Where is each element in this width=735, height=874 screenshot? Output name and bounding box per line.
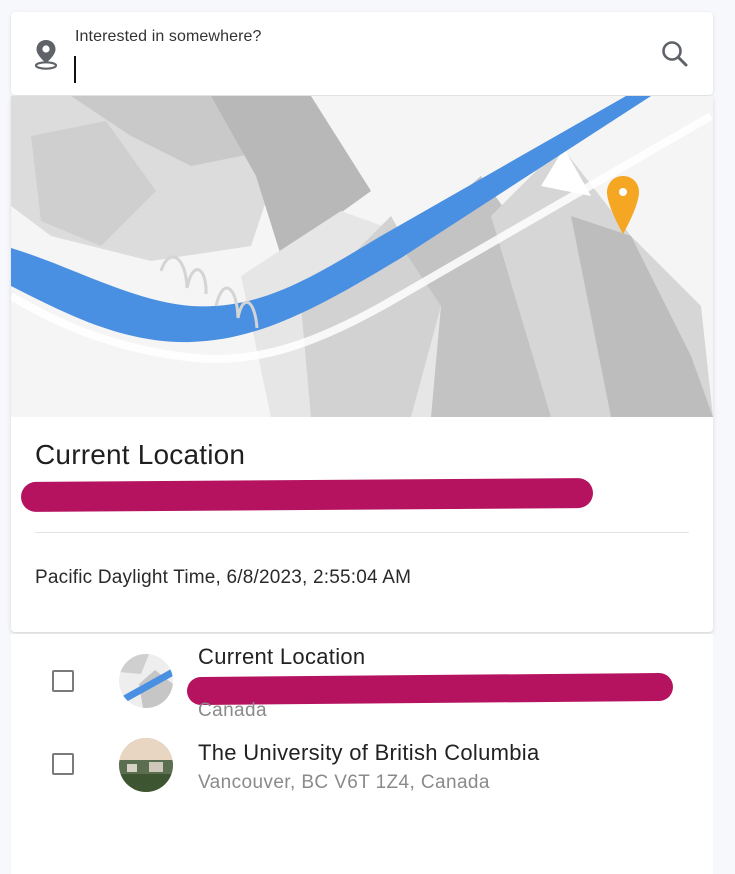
search-input[interactable] [73, 56, 635, 82]
redaction-mark [20, 478, 594, 512]
campus-photo-thumbnail [119, 738, 173, 792]
search-field-label: Interested in somewhere? [75, 28, 262, 45]
row-checkbox[interactable] [52, 670, 74, 692]
map-thumbnail [119, 654, 173, 708]
location-pin-icon [34, 40, 58, 70]
list-item[interactable]: The University of British Columbia Vanco… [11, 730, 713, 820]
list-item[interactable]: Current Location Canada [11, 634, 713, 724]
location-title: Current Location [35, 439, 246, 470]
current-location-card: Current Location Pacific Daylight Time, … [11, 96, 713, 632]
timestamp: Pacific Daylight Time, 6/8/2023, 2:55:04… [35, 567, 412, 588]
result-title: Current Location [198, 644, 366, 669]
result-subtitle: Vancouver, BC V6T 1Z4, Canada [198, 772, 490, 793]
map-illustration [11, 96, 713, 417]
divider [35, 532, 689, 533]
search-icon[interactable] [659, 38, 691, 70]
result-title: The University of British Columbia [198, 740, 540, 765]
location-results-list: Current Location Canada The University o… [11, 634, 713, 874]
result-subtitle: Canada [198, 700, 267, 721]
search-bar: Interested in somewhere? [11, 12, 713, 95]
text-cursor [74, 56, 76, 83]
row-checkbox[interactable] [52, 753, 74, 775]
